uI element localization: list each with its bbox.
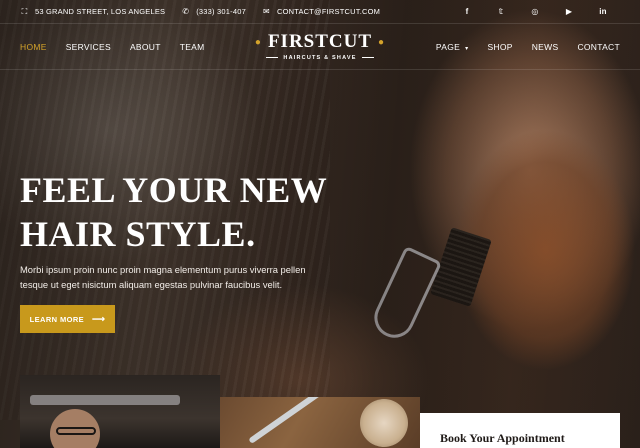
logo-dot-right: ● (378, 36, 386, 48)
instagram-icon[interactable]: ◎ (518, 7, 552, 16)
appointment-card[interactable]: Book Your Appointment (420, 413, 620, 448)
nav-about[interactable]: ABOUT (130, 42, 161, 52)
facebook-icon[interactable]: f (450, 7, 484, 16)
grooming-tools-card[interactable] (220, 397, 420, 448)
logo-name: FIRSTCUT (267, 31, 373, 52)
linkedin-icon[interactable]: in (586, 7, 620, 16)
logo-tagline: HAIRCUTS & SHAVE (240, 55, 400, 61)
nav-services[interactable]: SERVICES (66, 42, 111, 52)
learn-more-label: LEARN MORE (29, 314, 85, 324)
nav-menu-right: PAGE ▾ SHOP NEWS CONTACT (436, 42, 620, 52)
social-links: f 𝕥 ◎ ▶ in (450, 7, 620, 16)
youtube-icon[interactable]: ▶ (552, 7, 586, 16)
phone-info[interactable]: ✆ (333) 301-407 (181, 7, 246, 16)
address-info: ⛶ 53 GRAND STREET, LOS ANGELES (20, 7, 165, 17)
barber-portrait-card[interactable] (20, 375, 220, 448)
twitter-icon[interactable]: 𝕥 (484, 7, 518, 16)
phone-text[interactable]: (333) 301-407 (196, 7, 246, 16)
learn-more-button[interactable]: LEARN MORE ⟶ (20, 305, 115, 333)
pomade-tin-image (360, 399, 408, 447)
address-text: 53 GRAND STREET, LOS ANGELES (35, 7, 166, 16)
nav-contact[interactable]: CONTACT (577, 42, 620, 52)
nav-page[interactable]: PAGE ▾ (436, 42, 469, 52)
top-info-bar: ⛶ 53 GRAND STREET, LOS ANGELES ✆ (333) 3… (0, 0, 640, 24)
nav-menu-left: HOME SERVICES ABOUT TEAM (20, 42, 224, 52)
arrow-right-icon: ⟶ (92, 313, 106, 324)
chevron-down-icon: ▾ (465, 45, 469, 52)
nav-news[interactable]: NEWS (532, 42, 559, 52)
email-info[interactable]: ✉ CONTACT@FIRSTCUT.COM (262, 7, 380, 16)
nav-team[interactable]: TEAM (180, 42, 205, 52)
storefront-icon: ⛶ (21, 6, 28, 16)
logo-dot-left: ● (254, 36, 262, 48)
glasses-image (56, 427, 96, 435)
hero-headline-line1: FEEL YOUR NEW (20, 170, 328, 210)
hero-lead-text: Morbi ipsum proin nunc proin magna eleme… (20, 264, 306, 290)
email-text[interactable]: CONTACT@FIRSTCUT.COM (277, 7, 380, 16)
nav-page-label: PAGE (435, 41, 461, 52)
appointment-title: Book Your Appointment (440, 431, 565, 445)
logo-wordmark: ● FIRSTCUT ● (240, 30, 400, 55)
hero-headline: FEEL YOUR NEW HAIR STYLE. (20, 168, 350, 256)
site-logo[interactable]: ● FIRSTCUT ● HAIRCUTS & SHAVE (240, 30, 400, 61)
nav-shop[interactable]: SHOP (487, 42, 512, 52)
hero-headline-line2: HAIR STYLE. (20, 214, 256, 254)
phone-icon: ✆ (182, 7, 190, 16)
ceiling-light-image (30, 395, 180, 405)
main-navigation: HOME SERVICES ABOUT TEAM ● FIRSTCUT ● HAIR… (0, 24, 640, 70)
nav-home[interactable]: HOME (20, 42, 47, 52)
envelope-icon: ✉ (263, 7, 270, 16)
razor-image (248, 397, 342, 445)
